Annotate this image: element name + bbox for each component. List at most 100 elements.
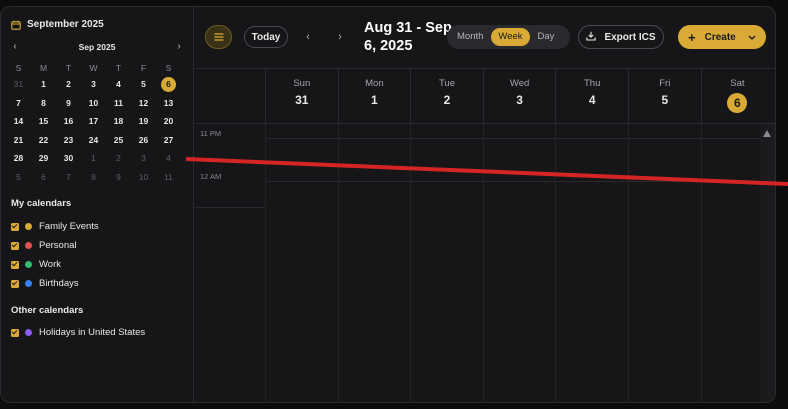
sidebar-header: September 2025 [11, 19, 104, 30]
mini-calendar-day[interactable]: 3 [81, 79, 106, 89]
day-header-sun[interactable]: Sun 31 [265, 69, 338, 123]
mini-calendar-day[interactable]: 2 [56, 79, 81, 89]
mini-calendar-day[interactable]: 9 [106, 172, 131, 182]
grid-scrollbar[interactable] [760, 124, 775, 402]
day-header-wed[interactable]: Wed 3 [482, 69, 556, 123]
mini-calendar-day[interactable]: 10 [131, 172, 156, 182]
day-name: Sat [730, 78, 745, 89]
weekday-initial: T [65, 63, 72, 73]
mini-calendar-day[interactable]: 4 [106, 79, 131, 89]
day-number: 31 [295, 93, 309, 107]
mini-calendar-day[interactable]: 9 [56, 98, 81, 108]
mini-calendar-day[interactable]: 10 [81, 98, 106, 108]
mini-calendar-day[interactable]: 23 [56, 135, 81, 145]
mini-calendar-day[interactable]: 15 [31, 116, 56, 126]
mini-calendar-day[interactable]: 12 [131, 98, 156, 108]
mini-calendar-day[interactable]: 3 [131, 153, 156, 163]
mini-calendar-today-marker: 6 [161, 76, 176, 92]
mini-calendar-week: 5 6 7 8 9 10 11 [6, 168, 182, 187]
day-header-fri[interactable]: Fri 5 [628, 69, 701, 123]
mini-calendar-day[interactable]: 22 [31, 135, 56, 145]
day-name: Mon [365, 78, 384, 89]
next-week-icon[interactable]: › [333, 29, 347, 45]
mini-next-month-icon[interactable]: › [173, 41, 185, 52]
calendar-item[interactable]: Holidays in United States [11, 327, 145, 338]
checkbox-checked-icon[interactable] [11, 241, 19, 250]
mini-calendar-day[interactable]: 19 [131, 116, 156, 126]
day-header-tue[interactable]: Tue 2 [410, 69, 483, 123]
mini-calendar-day[interactable]: 26 [131, 135, 156, 145]
date-range-title: Aug 31 - Sep 6, 2025 [364, 20, 452, 54]
mini-calendar-day[interactable]: 8 [31, 98, 56, 108]
mini-calendar-day[interactable]: 17 [81, 116, 106, 126]
mini-calendar-day[interactable]: 11 [156, 172, 181, 182]
mini-calendar-day[interactable]: 13 [156, 98, 181, 108]
mini-calendar-day[interactable]: 31 [6, 79, 31, 89]
day-header-mon[interactable]: Mon 1 [337, 69, 411, 123]
mini-calendar-day[interactable]: 1 [81, 153, 106, 163]
mini-calendar-day[interactable]: 25 [106, 135, 131, 145]
calendar-item[interactable]: Birthdays [11, 278, 79, 289]
weekday-initial: W [89, 63, 98, 73]
calendar-item[interactable]: Personal [11, 240, 77, 251]
calendar-app-window: September 2025 ‹ Sep 2025 › S M T W T F S 31 1 2 3… [0, 6, 776, 403]
checkbox-checked-icon[interactable] [11, 328, 19, 337]
mini-calendar-day[interactable]: 21 [6, 135, 31, 145]
scroll-up-arrow-icon[interactable] [763, 130, 771, 137]
mini-prev-month-icon[interactable]: ‹ [9, 41, 21, 52]
sidebar: September 2025 ‹ Sep 2025 › S M T W T F S 31 1 2 3… [1, 7, 194, 402]
mini-calendar-week: 7 8 9 10 11 12 13 [6, 94, 182, 113]
calendar-item[interactable]: Work [11, 259, 61, 270]
mini-calendar-day[interactable]: 6 [156, 76, 181, 92]
mini-calendar-day[interactable]: 29 [31, 153, 56, 163]
checkbox-checked-icon[interactable] [11, 279, 19, 288]
checkbox-checked-icon[interactable] [11, 260, 19, 269]
day-column-divider [700, 124, 702, 402]
mini-calendar-month-label: Sep 2025 [78, 41, 116, 52]
export-ics-button[interactable]: Export ICS [578, 25, 664, 49]
calendar-color-dot [25, 280, 32, 287]
mini-calendar-day[interactable]: 20 [156, 116, 181, 126]
mini-calendar-day[interactable]: 7 [6, 98, 31, 108]
mini-calendar-day[interactable]: 24 [81, 135, 106, 145]
calendar-item[interactable]: Family Events [11, 221, 99, 232]
create-button[interactable]: + Create [678, 25, 766, 49]
checkbox-checked-icon[interactable] [11, 222, 19, 231]
hour-line [265, 181, 760, 182]
day-column-divider [410, 124, 412, 402]
day-column-divider [482, 124, 484, 402]
mini-calendar-day[interactable]: 6 [31, 172, 56, 182]
mini-calendar-day[interactable]: 5 [131, 79, 156, 89]
mini-calendar-day[interactable]: 8 [81, 172, 106, 182]
export-ics-label: Export ICS [604, 31, 656, 43]
chevron-down-icon[interactable] [748, 32, 756, 43]
mini-calendar-day[interactable]: 30 [56, 153, 81, 163]
mini-calendar-day[interactable]: 5 [6, 172, 31, 182]
mini-calendar-day[interactable]: 16 [56, 116, 81, 126]
view-option-day[interactable]: Day [531, 28, 562, 46]
view-option-week[interactable]: Week [491, 28, 530, 46]
time-grid[interactable]: 11 PM 12 AM [194, 124, 760, 402]
menu-toggle-button[interactable] [205, 25, 232, 49]
weekday-initial: S [165, 63, 172, 73]
mini-calendar-day[interactable]: 27 [156, 135, 181, 145]
weekday-initial: M [39, 63, 48, 73]
day-header-thu[interactable]: Thu 4 [555, 69, 628, 123]
mini-calendar-day[interactable]: 4 [156, 153, 181, 163]
mini-calendar-day[interactable]: 7 [56, 172, 81, 182]
mini-calendar-day[interactable]: 1 [31, 79, 56, 89]
calendar-item-label: Family Events [39, 221, 99, 232]
mini-calendar-day[interactable]: 28 [6, 153, 31, 163]
mini-calendar-day[interactable]: 11 [106, 98, 131, 108]
prev-week-icon[interactable]: ‹ [301, 29, 315, 45]
mini-calendar-day[interactable]: 14 [6, 116, 31, 126]
view-option-month[interactable]: Month [450, 28, 490, 46]
mini-calendar-day[interactable]: 18 [106, 116, 131, 126]
other-calendars-heading: Other calendars [11, 305, 84, 316]
calendar-color-dot [25, 223, 32, 230]
calendar-icon [11, 20, 21, 30]
today-button[interactable]: Today [244, 26, 288, 48]
mini-calendar-week: 31 1 2 3 4 5 6 [6, 75, 182, 94]
mini-calendar-day[interactable]: 2 [106, 153, 131, 163]
day-header-sat[interactable]: Sat 6 [700, 69, 774, 123]
